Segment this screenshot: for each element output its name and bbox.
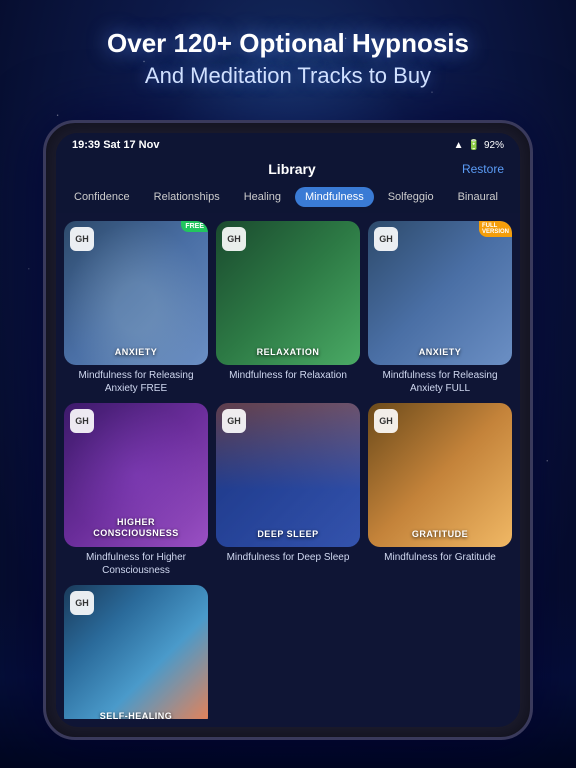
main-headline: Over 120+ Optional Hypnosis — [0, 28, 576, 59]
gh-logo: GH — [374, 227, 398, 251]
tab-healing[interactable]: Healing — [234, 187, 291, 207]
nav-title: Library — [122, 161, 462, 177]
status-right: ▲ 🔋 92% — [454, 140, 504, 151]
album-art-anxiety-full: GH FULLVERSION Anxiety — [368, 221, 512, 365]
ipad-frame: 19:39 Sat 17 Nov ▲ 🔋 92% Library Restore… — [43, 120, 533, 740]
album-art-gratitude: GH Gratitude — [368, 403, 512, 547]
list-item[interactable]: GH Gratitude Mindfulness for Gratitude — [368, 403, 512, 577]
tab-workout[interactable]: Workout — [512, 187, 520, 207]
wifi-icon: ▲ — [454, 140, 464, 151]
tab-solfeggio[interactable]: Solfeggio — [378, 187, 444, 207]
album-label: Anxiety — [115, 347, 158, 357]
album-label: Self-Healing — [100, 711, 173, 719]
item-title: Mindfulness for Deep Sleep — [225, 551, 352, 564]
full-version-badge: FULLVERSION — [479, 221, 512, 237]
item-title: Mindfulness for Releasing Anxiety FREE — [64, 369, 208, 395]
tab-confidence[interactable]: Confidence — [64, 187, 140, 207]
item-title: Mindfulness for Releasing Anxiety FULL — [368, 369, 512, 395]
tab-binaural[interactable]: Binaural — [448, 187, 508, 207]
item-title: Mindfulness for Gratitude — [382, 551, 498, 564]
list-item[interactable]: GH Relaxation Mindfulness for Relaxation — [216, 221, 360, 395]
item-title: Mindfulness for Higher Consciousness — [64, 551, 208, 577]
nav-bar: Library Restore — [56, 157, 520, 181]
free-badge: FREE — [181, 221, 208, 232]
album-label: Deep Sleep — [257, 529, 318, 539]
header-section: Over 120+ Optional Hypnosis And Meditati… — [0, 28, 576, 89]
tab-relationships[interactable]: Relationships — [144, 187, 230, 207]
filter-tabs: Confidence Relationships Healing Mindful… — [56, 181, 520, 213]
list-item[interactable]: GH FREE Anxiety Mindfulness for Releasin… — [64, 221, 208, 395]
album-art-self-healing: GH Self-Healing — [64, 585, 208, 719]
list-item[interactable]: GH Self-Healing Mindfulness for Self-Hea… — [64, 585, 208, 719]
album-art-deep-sleep: GH Deep Sleep — [216, 403, 360, 547]
gh-logo: GH — [70, 409, 94, 433]
gh-logo: GH — [70, 227, 94, 251]
status-bar: 19:39 Sat 17 Nov ▲ 🔋 92% — [56, 133, 520, 157]
album-art-higher: GH HigherConsciousness — [64, 403, 208, 547]
album-label: Relaxation — [257, 347, 320, 357]
battery-percent: 92% — [484, 140, 504, 151]
main-subheadline: And Meditation Tracks to Buy — [0, 63, 576, 89]
restore-button[interactable]: Restore — [462, 162, 504, 176]
list-item[interactable]: GH FULLVERSION Anxiety Mindfulness for R… — [368, 221, 512, 395]
list-item[interactable]: GH HigherConsciousness Mindfulness for H… — [64, 403, 208, 577]
ipad-screen: 19:39 Sat 17 Nov ▲ 🔋 92% Library Restore… — [56, 133, 520, 727]
gh-logo: GH — [374, 409, 398, 433]
gh-logo: GH — [222, 409, 246, 433]
tab-mindfulness[interactable]: Mindfulness — [295, 187, 374, 207]
album-label: HigherConsciousness — [93, 517, 179, 539]
item-title: Mindfulness for Relaxation — [227, 369, 349, 382]
album-label: Gratitude — [412, 529, 468, 539]
gh-logo: GH — [70, 591, 94, 615]
album-art-relaxation: GH Relaxation — [216, 221, 360, 365]
gh-logo: GH — [222, 227, 246, 251]
status-time: 19:39 Sat 17 Nov — [72, 139, 159, 151]
album-art-anxiety-free: GH FREE Anxiety — [64, 221, 208, 365]
battery-icon: 🔋 — [468, 140, 480, 151]
list-item[interactable]: GH Deep Sleep Mindfulness for Deep Sleep — [216, 403, 360, 577]
content-grid: GH FREE Anxiety Mindfulness for Releasin… — [56, 213, 520, 719]
album-label: Anxiety — [419, 347, 462, 357]
